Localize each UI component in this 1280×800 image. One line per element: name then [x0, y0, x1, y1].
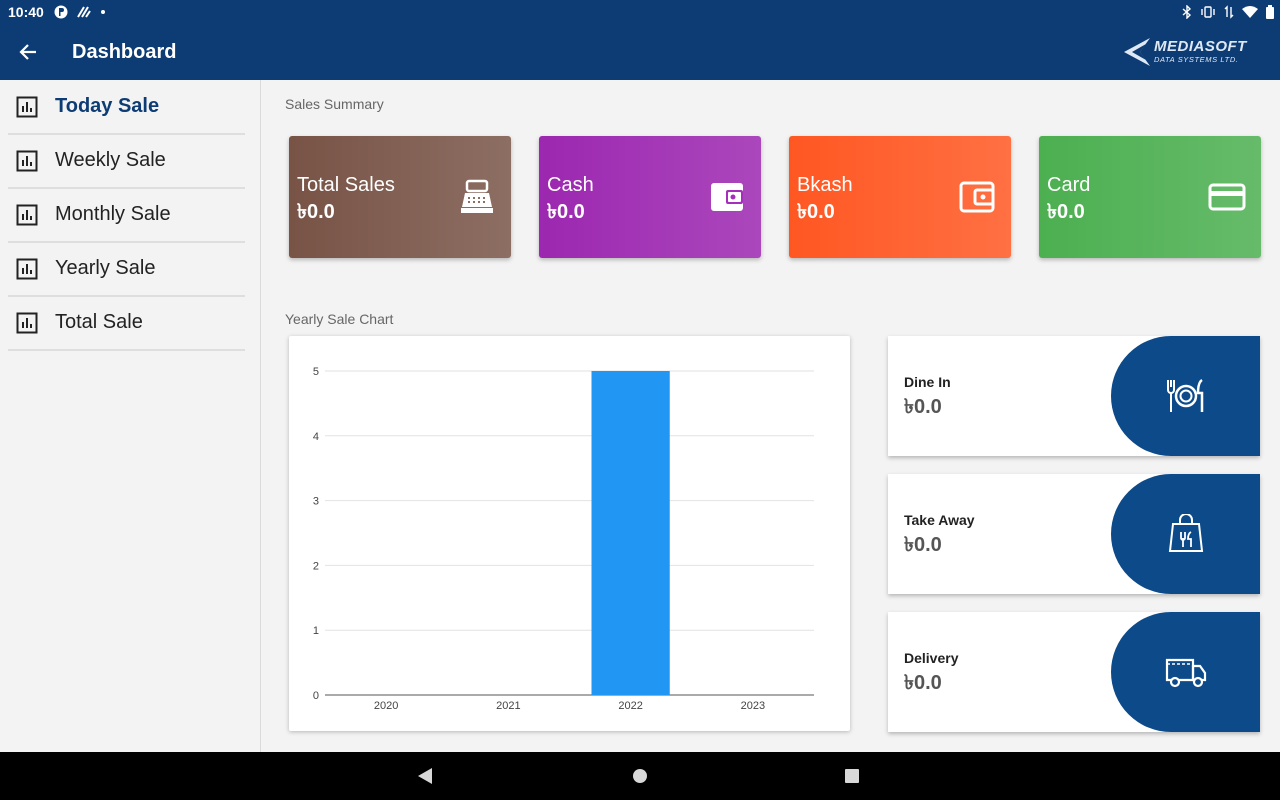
- main-content: Sales Summary Total Sales ৳0.0 Cash ৳0.0…: [261, 80, 1280, 752]
- bar-chart-icon: [16, 150, 38, 172]
- card-value: ৳0.0: [1047, 201, 1085, 223]
- bar-chart-icon: [16, 312, 38, 334]
- bar-chart-icon: [16, 204, 38, 226]
- order-type-value: ৳0.0: [904, 396, 942, 418]
- card-title: Total Sales: [297, 174, 395, 196]
- dine-in-icon-badge: [1111, 336, 1260, 456]
- bar-chart: 0 1 2 3 4 5 2020 2021 2022 2023: [313, 366, 814, 712]
- logo-brand: MEDIASOFT: [1154, 38, 1247, 55]
- take-away-icon-badge: [1111, 474, 1260, 594]
- wallet-icon: [711, 183, 743, 211]
- y-tick-label: 3: [313, 496, 319, 508]
- arrow-left-icon: [19, 44, 36, 60]
- network-activity-icon: [76, 6, 91, 18]
- sidebar-item-weekly-sale[interactable]: Weekly Sale: [8, 134, 245, 189]
- page-title: Dashboard: [72, 41, 177, 63]
- wifi-icon: [1242, 6, 1258, 18]
- app-notification-icon: [54, 5, 68, 19]
- notification-dot-icon: [100, 10, 105, 14]
- sidebar-item-total-sale[interactable]: Total Sale: [8, 296, 245, 351]
- mediasoft-logo-icon: [1124, 38, 1150, 66]
- status-time: 10:40: [8, 4, 44, 20]
- order-type-title: Dine In: [904, 374, 951, 390]
- y-tick-label: 1: [313, 625, 319, 637]
- order-type-title: Delivery: [904, 650, 959, 666]
- x-tick-label: 2020: [374, 700, 398, 712]
- take-away-card[interactable]: Take Away ৳0.0: [888, 474, 1260, 594]
- logo-subtitle: DATA SYSTEMS LTD.: [1154, 55, 1239, 64]
- card-title: Card: [1047, 174, 1091, 196]
- sidebar-item-label: Weekly Sale: [55, 149, 166, 171]
- sidebar-item-label: Total Sale: [55, 311, 143, 333]
- bar-2022[interactable]: [591, 371, 670, 695]
- y-tick-label: 5: [313, 366, 319, 378]
- wallet-icon: [959, 181, 995, 213]
- x-tick-label: 2022: [618, 700, 642, 712]
- nav-home-button[interactable]: [630, 766, 650, 786]
- sidebar-item-label: Monthly Sale: [55, 203, 171, 225]
- takeaway-bag-icon: [1168, 514, 1203, 552]
- bar-chart-icon: [16, 96, 38, 118]
- nav-recents-button[interactable]: [842, 766, 862, 786]
- sales-summary-title: Sales Summary: [285, 96, 384, 112]
- company-logo: MEDIASOFT DATA SYSTEMS LTD.: [1122, 34, 1262, 70]
- battery-icon: [1266, 5, 1274, 19]
- vibrate-icon: [1201, 6, 1215, 18]
- card-value: ৳0.0: [797, 201, 835, 223]
- delivery-icon-badge: [1111, 612, 1260, 732]
- yearly-sale-chart: 0 1 2 3 4 5 2020 2021 2022 2023: [289, 336, 850, 731]
- data-transfer-icon: [1224, 5, 1234, 19]
- sidebar: Today Sale Weekly Sale Monthly Sale Year…: [0, 80, 261, 752]
- x-tick-label: 2021: [496, 700, 520, 712]
- plate-cutlery-icon: [1166, 378, 1203, 412]
- delivery-card[interactable]: Delivery ৳0.0: [888, 612, 1260, 732]
- y-tick-label: 0: [313, 690, 319, 702]
- card-value: ৳0.0: [297, 201, 335, 223]
- status-bar: 10:40: [0, 0, 1280, 24]
- delivery-truck-icon: [1165, 658, 1206, 688]
- card-title: Bkash: [797, 174, 853, 196]
- system-nav-bar: [0, 752, 1280, 800]
- triangle-back-icon: [418, 768, 432, 784]
- x-tick-label: 2023: [741, 700, 765, 712]
- sidebar-item-yearly-sale[interactable]: Yearly Sale: [8, 242, 245, 297]
- card-title: Cash: [547, 174, 594, 196]
- sidebar-item-monthly-sale[interactable]: Monthly Sale: [8, 188, 245, 243]
- sidebar-item-today-sale[interactable]: Today Sale: [8, 80, 245, 135]
- circle-home-icon: [633, 769, 647, 783]
- card-value: ৳0.0: [547, 201, 585, 223]
- total-sales-card[interactable]: Total Sales ৳0.0: [289, 136, 511, 258]
- order-type-value: ৳0.0: [904, 534, 942, 556]
- y-tick-label: 2: [313, 560, 319, 572]
- square-recents-icon: [845, 769, 859, 783]
- card-payment-card[interactable]: Card ৳0.0: [1039, 136, 1261, 258]
- cash-card[interactable]: Cash ৳0.0: [539, 136, 761, 258]
- yearly-chart-title: Yearly Sale Chart: [285, 311, 394, 327]
- order-type-title: Take Away: [904, 512, 975, 528]
- sidebar-item-label: Yearly Sale: [55, 257, 156, 279]
- app-bar: Dashboard MEDIASOFT DATA SYSTEMS LTD.: [0, 24, 1280, 80]
- order-type-value: ৳0.0: [904, 672, 942, 694]
- bluetooth-icon: [1182, 5, 1192, 19]
- nav-back-button[interactable]: [415, 766, 435, 786]
- credit-card-icon: [1208, 183, 1246, 211]
- sidebar-item-label: Today Sale: [55, 95, 160, 117]
- bar-chart-icon: [16, 258, 38, 280]
- y-tick-label: 4: [313, 431, 319, 443]
- bkash-card[interactable]: Bkash ৳0.0: [789, 136, 1011, 258]
- back-button[interactable]: [14, 38, 42, 66]
- dine-in-card[interactable]: Dine In ৳0.0: [888, 336, 1260, 456]
- cash-register-icon: [461, 179, 493, 213]
